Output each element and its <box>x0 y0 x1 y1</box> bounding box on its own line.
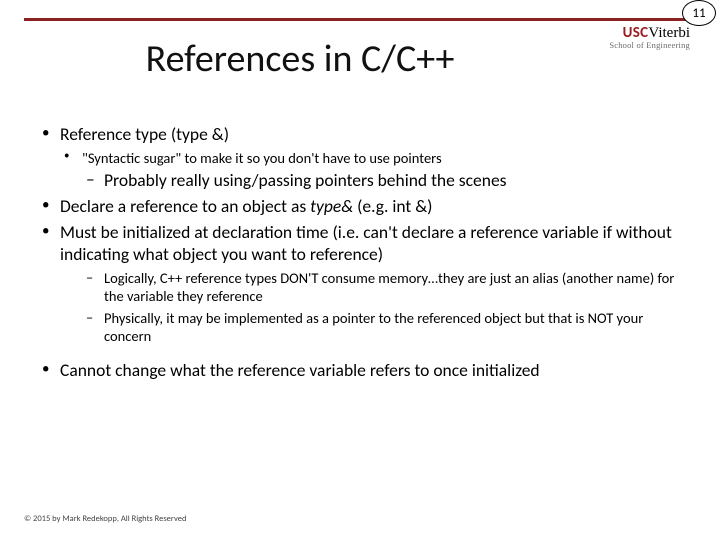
text-type-amp: type& <box>310 195 353 217</box>
page-number-badge: 11 <box>682 0 716 26</box>
text-declare-post: (e.g. int &) <box>353 195 432 217</box>
subsub-logically-alias: Logically, C++ reference types DON'T con… <box>38 269 692 306</box>
subbullet-syntactic-sugar: "Syntactic sugar" to make it so you don'… <box>38 149 692 167</box>
header-rule <box>24 18 696 21</box>
bullet-must-initialize: Must be initialized at declaration time … <box>38 222 692 266</box>
bullet-declare-reference: Declare a reference to an object as type… <box>38 196 692 218</box>
usc-viterbi-logo: USCViterbi School of Engineering <box>609 26 690 50</box>
copyright-footer: © 2015 by Mark Redekopp, All Rights Rese… <box>24 514 186 524</box>
page-number-text: 11 <box>692 6 705 21</box>
bullet-cannot-change: Cannot change what the reference variabl… <box>38 360 692 382</box>
logo-line1: USCViterbi <box>609 26 690 41</box>
slide-title: References in C/C++ <box>50 36 550 82</box>
subsub-physically-pointer: Physically, it may be implemented as a p… <box>38 309 692 346</box>
slide-body: Reference type (type &) "Syntactic sugar… <box>38 120 692 384</box>
text-declare-pre: Declare a reference to an object as <box>60 195 310 217</box>
logo-subtitle: School of Engineering <box>609 41 690 50</box>
bullet-reference-type: Reference type (type &) <box>38 124 692 146</box>
logo-viterbi: Viterbi <box>648 25 690 41</box>
subsub-probably-pointers: Probably really using/passing pointers b… <box>38 170 692 192</box>
